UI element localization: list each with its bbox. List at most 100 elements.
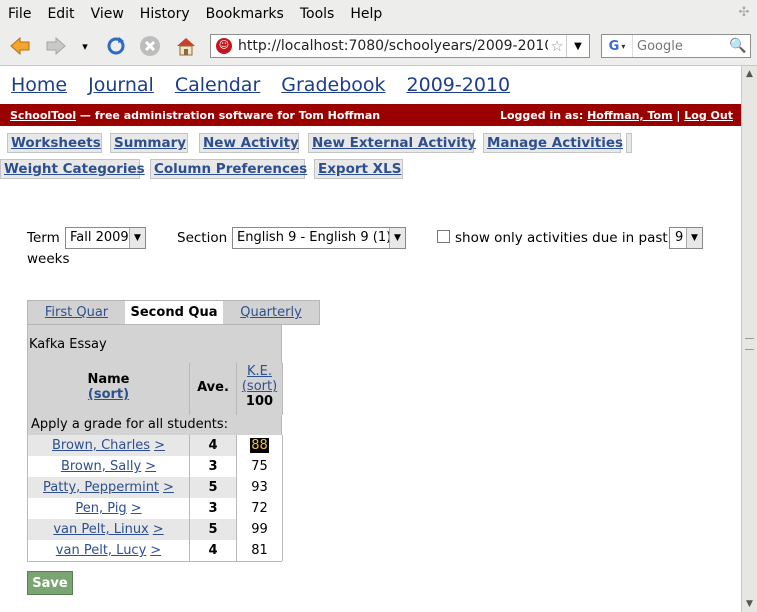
- new-activity-button[interactable]: New Activity: [199, 133, 299, 153]
- student-detail-arrow[interactable]: >: [154, 438, 165, 453]
- header-banner: SchoolTool — free administration softwar…: [0, 104, 741, 126]
- name-header-label: Name: [87, 372, 130, 387]
- student-average: 5: [190, 477, 237, 498]
- tab-quarterly[interactable]: Quarterly: [223, 301, 319, 324]
- header-row: Name (sort) Ave. K.E. (sort) 100: [27, 363, 283, 415]
- student-detail-arrow[interactable]: >: [150, 543, 161, 558]
- student-detail-arrow[interactable]: >: [163, 480, 174, 495]
- reload-icon[interactable]: [102, 33, 130, 59]
- nav-gradebook[interactable]: Gradebook: [281, 74, 385, 96]
- student-name-cell: Brown, Sally >: [28, 456, 190, 477]
- manage-activities-button[interactable]: Manage Activities: [483, 133, 623, 153]
- student-name-link[interactable]: Pen, Pig: [75, 501, 126, 516]
- menu-bookmarks[interactable]: Bookmarks: [198, 6, 292, 22]
- tab-second-quarter[interactable]: Second Qua: [125, 301, 223, 324]
- student-score[interactable]: 88: [250, 438, 269, 453]
- history-dropdown-icon[interactable]: ▾: [76, 33, 94, 59]
- url-bar[interactable]: ☺ http://localhost:7080/schoolyears/2009…: [210, 34, 590, 58]
- url-dropdown-icon[interactable]: ▼: [566, 35, 589, 57]
- nav-calendar[interactable]: Calendar: [175, 74, 260, 96]
- worksheets-button[interactable]: Worksheets: [7, 133, 102, 153]
- bookmark-star-icon[interactable]: ☆: [548, 37, 566, 55]
- name-sort-link[interactable]: (sort): [88, 387, 129, 402]
- table-row: van Pelt, Linux >5 99: [27, 519, 283, 540]
- menu-help[interactable]: Help: [342, 6, 390, 22]
- export-xls-button[interactable]: Export XLS: [314, 159, 403, 179]
- weeks-label: weeks: [27, 251, 70, 267]
- nav-schoolyear[interactable]: 2009-2010: [407, 74, 511, 96]
- student-score[interactable]: 99: [251, 522, 268, 537]
- student-score[interactable]: 93: [251, 480, 268, 495]
- column-preferences-button[interactable]: Column Preferences: [150, 159, 307, 179]
- student-score[interactable]: 72: [251, 501, 268, 516]
- due-weeks-value: 9: [675, 230, 684, 245]
- home-icon[interactable]: [172, 33, 200, 59]
- throbber-icon: ✣: [738, 5, 750, 20]
- save-button[interactable]: Save: [27, 571, 73, 595]
- tab-first-quarter[interactable]: First Quar: [28, 301, 125, 324]
- table-row: van Pelt, Lucy >4 81: [27, 540, 283, 561]
- student-score-cell[interactable]: 99: [237, 519, 283, 540]
- student-score-cell[interactable]: 88: [237, 435, 283, 456]
- scroll-grip-icon[interactable]: [745, 338, 754, 350]
- student-name-link[interactable]: van Pelt, Lucy: [56, 543, 146, 558]
- student-score[interactable]: 75: [251, 459, 268, 474]
- student-score[interactable]: 81: [251, 543, 268, 558]
- new-external-activity-button[interactable]: New External Activity: [308, 133, 476, 153]
- student-score-cell[interactable]: 93: [237, 477, 283, 498]
- student-detail-arrow[interactable]: >: [145, 459, 156, 474]
- menu-edit[interactable]: Edit: [39, 6, 82, 22]
- forward-icon[interactable]: [42, 33, 70, 59]
- student-average: 4: [190, 435, 237, 456]
- due-filter-checkbox[interactable]: [437, 230, 450, 243]
- tab-quarterly-link[interactable]: Quarterly: [240, 305, 302, 320]
- tab-overflow-edge: [626, 133, 632, 153]
- tab-first-quarter-link[interactable]: First Quar: [45, 305, 108, 320]
- summary-button[interactable]: Summary: [110, 133, 188, 153]
- table-row: Brown, Sally >3 75: [27, 456, 283, 477]
- section-select[interactable]: English 9 - English 9 (1) ▼: [232, 227, 406, 249]
- student-score-cell[interactable]: 81: [237, 540, 283, 561]
- search-bar[interactable]: G▾ 🔍: [601, 34, 751, 58]
- search-engine-letter: G: [608, 38, 620, 54]
- user-link[interactable]: Hoffman, Tom: [587, 109, 672, 122]
- menu-view[interactable]: View: [83, 6, 132, 22]
- scroll-up-icon[interactable]: ▲: [742, 66, 757, 82]
- search-icon[interactable]: 🔍: [727, 38, 749, 54]
- menu-tools[interactable]: Tools: [292, 6, 343, 22]
- quarter-tabs: First Quar Second Qua Quarterly: [27, 300, 320, 325]
- table-row: Patty, Peppermint >5 93: [27, 477, 283, 498]
- student-score-cell[interactable]: 75: [237, 456, 283, 477]
- table-bottom-border: [27, 561, 282, 562]
- menu-file[interactable]: File: [0, 6, 39, 22]
- table-row: Pen, Pig >3 72: [27, 498, 283, 519]
- student-name-link[interactable]: Brown, Sally: [61, 459, 141, 474]
- student-name-link[interactable]: van Pelt, Linux: [53, 522, 148, 537]
- student-detail-arrow[interactable]: >: [153, 522, 164, 537]
- schooltool-link[interactable]: SchoolTool: [10, 109, 76, 122]
- student-name-link[interactable]: Patty, Peppermint: [43, 480, 159, 495]
- search-input[interactable]: [633, 37, 727, 55]
- activity-title-row: Kafka Essay: [27, 325, 282, 363]
- menu-history[interactable]: History: [132, 6, 198, 22]
- table-row: Brown, Charles >4 88: [27, 435, 283, 456]
- due-weeks-select[interactable]: 9 ▼: [669, 227, 703, 249]
- student-detail-arrow[interactable]: >: [131, 501, 142, 516]
- student-name-link[interactable]: Brown, Charles: [52, 438, 150, 453]
- term-select[interactable]: Fall 2009 ▼: [65, 227, 146, 249]
- search-engine-icon[interactable]: G ▾: [602, 35, 633, 57]
- back-icon[interactable]: [6, 33, 34, 59]
- stop-icon[interactable]: [136, 33, 164, 59]
- activity-column-link[interactable]: K.E.: [247, 364, 272, 379]
- url-text[interactable]: http://localhost:7080/schoolyears/2009-2…: [238, 38, 548, 54]
- section-dropdown-icon: ▼: [389, 228, 405, 248]
- nav-journal[interactable]: Journal: [88, 74, 154, 96]
- scroll-down-icon[interactable]: ▼: [742, 596, 757, 612]
- weight-categories-button[interactable]: Weight Categories: [0, 159, 145, 179]
- vertical-scrollbar[interactable]: ▲ ▼: [741, 66, 757, 612]
- logout-link[interactable]: Log Out: [684, 109, 733, 122]
- activity-sort-link[interactable]: (sort): [242, 379, 277, 394]
- student-name-cell: Pen, Pig >: [28, 498, 190, 519]
- student-score-cell[interactable]: 72: [237, 498, 283, 519]
- nav-home[interactable]: Home: [11, 74, 67, 96]
